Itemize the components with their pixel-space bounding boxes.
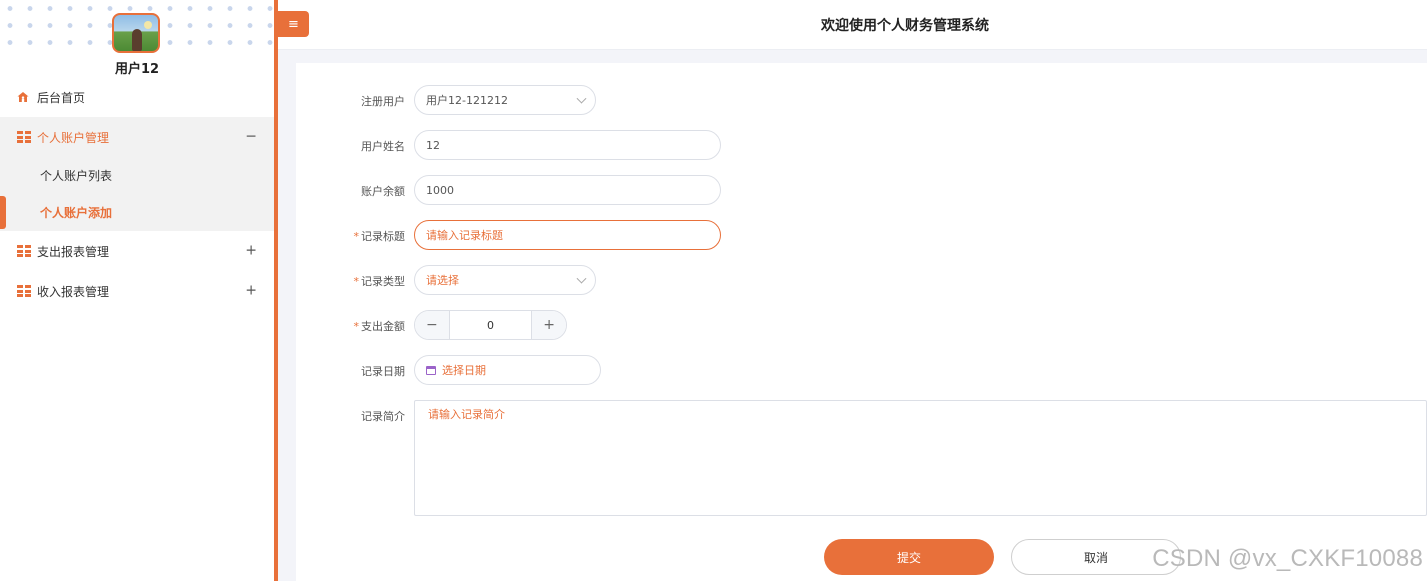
- user-name: 用户12: [114, 62, 160, 77]
- record-desc-label: 记录简介: [296, 408, 405, 424]
- label-text: 用户姓名: [361, 140, 405, 153]
- grid-icon: [17, 245, 31, 257]
- label-text: 支出金额: [361, 320, 405, 333]
- form-panel: 注册用户 用户12-121212 用户姓名 12 账户余额 1000 * 记录标题…: [296, 63, 1427, 581]
- balance-field[interactable]: 1000: [414, 175, 721, 205]
- calendar-icon: [426, 365, 436, 375]
- submit-button[interactable]: 提交: [824, 539, 994, 575]
- field-value: 1000: [426, 183, 454, 197]
- record-title-label: * 记录标题: [296, 228, 406, 244]
- avatar[interactable]: [112, 13, 160, 53]
- sidebar: 用户12 后台首页 个人账户管理 − 个人账户列表 个人账户添加 支出报表管理 …: [0, 0, 274, 581]
- balance-label: 账户余额: [296, 183, 405, 199]
- menu-item-label: 后台首页: [37, 90, 86, 105]
- record-desc-textarea[interactable]: 请输入记录简介: [414, 400, 1427, 516]
- label-text: 记录简介: [361, 410, 405, 423]
- label-text: 注册用户: [361, 95, 405, 108]
- input-placeholder: 请输入记录标题: [426, 229, 503, 242]
- label-text: 记录标题: [361, 230, 405, 243]
- top-header: ≡ 欢迎使用个人财务管理系统: [278, 0, 1427, 50]
- menu-item-expense-report-management[interactable]: 支出报表管理 +: [0, 231, 274, 271]
- chevron-down-icon: [576, 93, 587, 104]
- collapse-icon[interactable]: −: [245, 129, 257, 145]
- amount-label: * 支出金额: [296, 318, 406, 334]
- date-placeholder: 选择日期: [442, 364, 486, 377]
- sidebar-accent-rail: [274, 0, 278, 581]
- menu-item-income-report-management[interactable]: 收入报表管理 +: [0, 271, 274, 311]
- select-placeholder: 请选择: [426, 274, 459, 287]
- page-title: 欢迎使用个人财务管理系统: [821, 18, 989, 34]
- registered-user-label: 注册用户: [296, 93, 405, 109]
- expand-icon[interactable]: +: [245, 243, 257, 259]
- required-mark: *: [353, 275, 360, 288]
- menu-item-label: 支出报表管理: [37, 244, 110, 259]
- field-value: 12: [426, 138, 440, 152]
- required-mark: *: [353, 230, 360, 243]
- avatar-sun: [144, 21, 152, 29]
- record-date-label: 记录日期: [296, 363, 405, 379]
- menu-item-personal-account-management[interactable]: 个人账户管理 −: [0, 117, 274, 157]
- chevron-down-icon: [576, 273, 587, 284]
- user-name-field[interactable]: 12: [414, 130, 721, 160]
- menu-item-home[interactable]: 后台首页: [0, 77, 274, 117]
- grid-icon: [17, 285, 31, 297]
- label-text: 记录日期: [361, 365, 405, 378]
- grid-icon: [17, 131, 31, 143]
- decrement-button[interactable]: −: [415, 311, 449, 339]
- record-title-input[interactable]: 请输入记录标题: [414, 220, 721, 250]
- registered-user-select[interactable]: 用户12-121212: [414, 85, 596, 115]
- watermark: CSDN @vx_CXKF10088: [1152, 545, 1423, 572]
- record-type-label: * 记录类型: [296, 273, 406, 289]
- required-mark: *: [353, 320, 360, 333]
- label-text: 账户余额: [361, 185, 405, 198]
- textarea-placeholder: 请输入记录简介: [428, 408, 505, 421]
- record-date-picker[interactable]: 选择日期: [414, 355, 601, 385]
- avatar-person: [132, 29, 142, 51]
- menu-item-label: 收入报表管理: [37, 284, 110, 299]
- user-name-label: 用户姓名: [296, 138, 405, 154]
- increment-button[interactable]: +: [532, 311, 566, 339]
- expand-icon[interactable]: +: [245, 283, 257, 299]
- submenu-personal-account: 个人账户列表 个人账户添加: [0, 157, 274, 231]
- stepper-value[interactable]: 0: [448, 311, 533, 339]
- home-icon: [17, 91, 31, 103]
- record-type-select[interactable]: 请选择: [414, 265, 596, 295]
- menu-item-label: 个人账户管理: [37, 130, 110, 145]
- label-text: 记录类型: [361, 275, 405, 288]
- amount-stepper[interactable]: − 0 +: [414, 310, 567, 340]
- select-value: 用户12-121212: [426, 94, 508, 107]
- submenu-item-account-add[interactable]: 个人账户添加: [0, 194, 274, 231]
- sidebar-menu: 后台首页 个人账户管理 − 个人账户列表 个人账户添加 支出报表管理 + 收入报…: [0, 77, 274, 311]
- submenu-item-account-list[interactable]: 个人账户列表: [0, 157, 274, 194]
